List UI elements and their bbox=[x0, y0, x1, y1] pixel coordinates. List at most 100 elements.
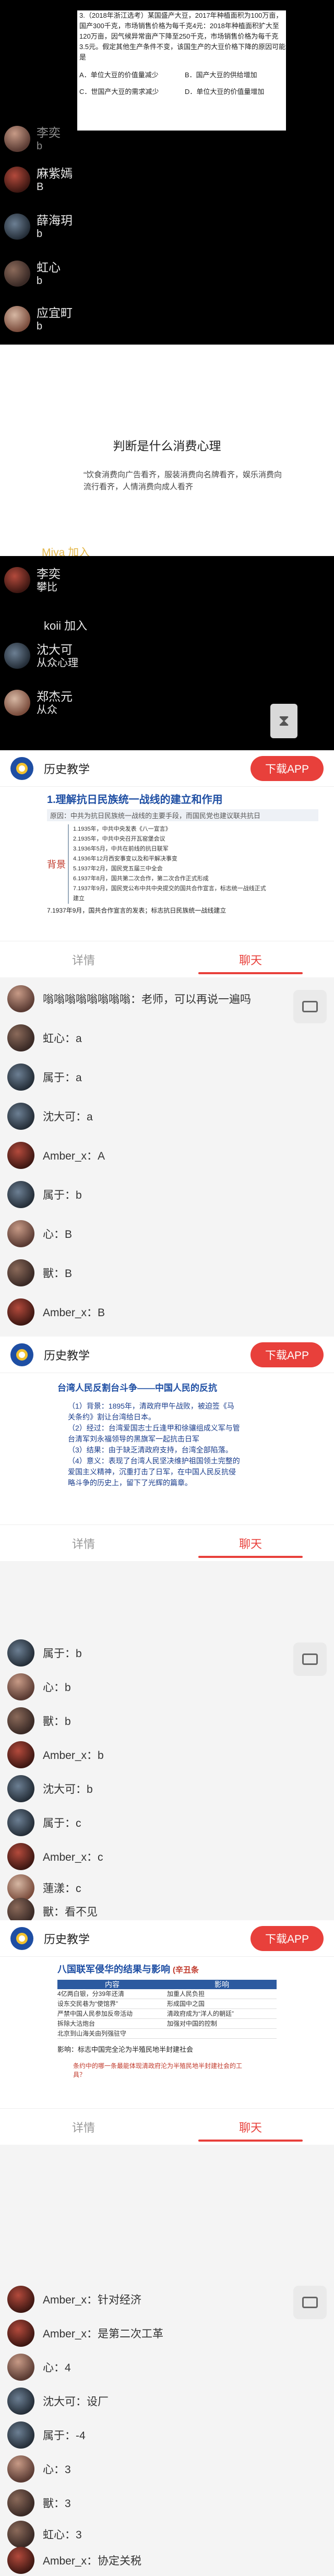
avatar bbox=[7, 1741, 34, 1768]
avatar bbox=[7, 2421, 34, 2449]
chat-message: 郑杰元 从众 bbox=[4, 689, 161, 716]
avatar bbox=[7, 2455, 34, 2483]
tab-bar: 详情 聊天 bbox=[0, 941, 334, 977]
tab-bar: 详情 聊天 bbox=[0, 2108, 334, 2145]
slide-line: （2）经过：台湾爱国志士丘逢甲和徐骧组成义军与管台清军刘永福领导的黑旗军一起抗击… bbox=[68, 1424, 240, 1443]
message-icon[interactable] bbox=[293, 990, 327, 1023]
lesson-slide-1: 1.理解抗日民族统一战线的建立和作用 原因：中共为抗日民族统一战线的主要手段，而… bbox=[0, 787, 334, 941]
list-item: 属于：a bbox=[7, 1061, 82, 1093]
course-logo-icon bbox=[10, 1343, 33, 1366]
quiz-option-a: A．单位大豆的价值量减少 bbox=[79, 71, 159, 79]
download-app-button[interactable]: 下载APP bbox=[250, 1342, 324, 1367]
chat-username: 麻紫嫣 bbox=[37, 167, 73, 180]
message-icon[interactable] bbox=[293, 1643, 327, 1676]
message-icon[interactable] bbox=[293, 2286, 327, 2319]
avatar bbox=[4, 306, 30, 332]
slide-side-label: 背景 bbox=[47, 859, 66, 870]
avatar bbox=[7, 1809, 34, 1836]
list-item: Amber_x：c bbox=[7, 1840, 103, 1873]
list-item: 属于：c bbox=[7, 1806, 81, 1839]
chat-message: 薛海玥 b bbox=[4, 213, 161, 240]
course-title: 历史教学 bbox=[44, 1349, 90, 1362]
chat-message: 应宜町 b bbox=[4, 305, 161, 333]
avatar bbox=[7, 1142, 34, 1169]
avatar bbox=[7, 2320, 34, 2347]
list-item: 属于：-4 bbox=[7, 2419, 86, 2451]
slide-title: 1.理解抗日民族统一战线的建立和作用 bbox=[47, 794, 223, 806]
slide-title: 八国联军侵华的结果与影响 bbox=[57, 1964, 170, 1975]
avatar bbox=[4, 643, 30, 669]
live-video-panel-2: 李奕 攀比 koii 加入 沈大可 从众心理 郑杰元 从众 ⧗ bbox=[0, 556, 334, 750]
chat-text: b bbox=[37, 321, 43, 332]
course-header: 历史教学 下载APP bbox=[0, 750, 334, 787]
course-title: 历史教学 bbox=[44, 762, 90, 776]
avatar bbox=[7, 2388, 34, 2415]
lesson-slide-3: 八国联军侵华的结果与影响 (辛丑条 内容 影响 4亿两白银，分39年还清 加重人民… bbox=[0, 1957, 334, 2108]
chat-text: b bbox=[37, 228, 43, 240]
list-item: 心：b bbox=[7, 1671, 71, 1703]
tab-chat[interactable]: 聊天 bbox=[167, 2109, 334, 2145]
board-text: “饮食消费向广告看齐，服装消费向名牌看齐，娱乐消费向流行看齐，人情消费向成人看齐 bbox=[84, 470, 282, 491]
quiz-option-b: B．国产大豆的供给增加 bbox=[185, 71, 257, 79]
slide-item: 5.1937年2月，国民党五届三中全会 bbox=[73, 866, 163, 872]
list-item: 沈大可：a bbox=[7, 1100, 93, 1132]
quiz-slide: 3.（2018年浙江选考）某国盛产大豆，2017年种植面积为100万亩，国产30… bbox=[77, 10, 286, 131]
download-app-button[interactable]: 下载APP bbox=[250, 755, 324, 781]
chat-list-3: Amber_x：针对经济 Amber_x：是第二次工革 心：4 沈大可：设厂 属… bbox=[0, 2145, 334, 2576]
list-item: 嗡嗡嗡嗡嗡嗡嗡嗡：老师，可以再说一遍吗 bbox=[7, 983, 251, 1015]
avatar bbox=[7, 1639, 34, 1667]
lesson-slide-2: 台湾人民反割台斗争——中国人民的反抗 （1）背景：1895年，清政府甲午战败，被… bbox=[0, 1373, 334, 1525]
slide-item: 3.1936年5月，中共在前线的抗日联军 bbox=[73, 846, 169, 852]
course-logo-icon bbox=[10, 757, 33, 780]
avatar bbox=[7, 2489, 34, 2516]
avatar bbox=[7, 1259, 34, 1286]
list-item: Amber_x：是第二次工革 bbox=[7, 2317, 163, 2349]
tab-details[interactable]: 详情 bbox=[0, 2109, 167, 2145]
chat-text: 攀比 bbox=[37, 582, 57, 593]
hourglass-icon[interactable]: ⧗ bbox=[270, 704, 297, 738]
table-row: 设东交民巷为“使馆界” 形成国中之国 bbox=[57, 1999, 277, 2009]
course-logo-icon bbox=[10, 1927, 33, 1950]
chat-message: 李奕 攀比 bbox=[4, 566, 161, 594]
slide-question: 条约中的哪一条最能体现清政府沦为半殖民地半封建社会的工具？ bbox=[73, 2062, 243, 2078]
avatar bbox=[7, 1673, 34, 1700]
slide-note: 7.1937年9月，国共合作宣言的发表；标志抗日民族统一战线建立 bbox=[47, 907, 226, 914]
table-row: 北京到山海关由列强驻守 bbox=[57, 2029, 277, 2039]
list-item: 虹心：a bbox=[7, 1022, 82, 1054]
avatar bbox=[7, 1024, 34, 1051]
chat-message: 麻紫嫣 B bbox=[4, 166, 161, 193]
tab-details[interactable]: 详情 bbox=[0, 941, 167, 977]
chat-message: 虹心 b bbox=[4, 260, 161, 287]
avatar bbox=[7, 1707, 34, 1734]
table-row: 严禁中国人民参加反帝活动 清政府成为“洋人的朝廷” bbox=[57, 2009, 277, 2019]
slide-item: 7.1937年9月，国民党公布中共中央提交的国共合作宣言，标志统一战线正式建立 bbox=[73, 885, 266, 902]
avatar bbox=[4, 261, 30, 287]
list-item: 沈大可：b bbox=[7, 1773, 93, 1805]
avatar bbox=[7, 1220, 34, 1247]
chat-message: 沈大可 从众心理 bbox=[4, 642, 161, 669]
slide-item: 4.1936年12月西安事变以及和平解决事变 bbox=[73, 856, 177, 862]
course-header: 历史教学 下载APP bbox=[0, 1920, 334, 1957]
chat-list-2: 属于：b 心：b 獸：b Amber_x：b 沈大可：b 属于：c Amber_… bbox=[0, 1561, 334, 1925]
list-item: Amber_x：针对经济 bbox=[7, 2283, 141, 2315]
table-header: 影响 bbox=[214, 1980, 229, 1989]
avatar bbox=[4, 126, 30, 152]
table-row: 4亿两白银，分39年还清 加重人民负担 bbox=[57, 1989, 277, 1999]
chat-username: 李奕 bbox=[37, 567, 61, 581]
download-app-button[interactable]: 下载APP bbox=[250, 1925, 324, 1951]
tab-details[interactable]: 详情 bbox=[0, 1525, 167, 1561]
avatar bbox=[7, 1298, 34, 1326]
list-item: 獸：b bbox=[7, 1705, 71, 1737]
join-notice: koii 加入 bbox=[44, 619, 88, 632]
tab-chat[interactable]: 聊天 bbox=[167, 941, 334, 977]
slide-item: 2.1935年，中共中央召开瓦窑堡会议 bbox=[73, 836, 165, 842]
slide-line: （1）背景：1895年，清政府甲午战败，被迫签《马关条约》割让台湾给日本。 bbox=[68, 1402, 234, 1421]
chat-text: 从众心理 bbox=[37, 657, 78, 669]
list-item: 心：B bbox=[7, 1218, 72, 1250]
tab-chat[interactable]: 聊天 bbox=[167, 1525, 334, 1561]
quiz-option-d: D．单位大豆的价值量增加 bbox=[185, 88, 265, 96]
avatar bbox=[4, 567, 30, 593]
chat-text: b bbox=[37, 275, 43, 287]
quiz-question: 3.（2018年浙江选考）某国盛产大豆，2017年种植面积为100万亩，国产30… bbox=[79, 11, 286, 61]
list-item: 獸：3 bbox=[7, 2487, 71, 2519]
